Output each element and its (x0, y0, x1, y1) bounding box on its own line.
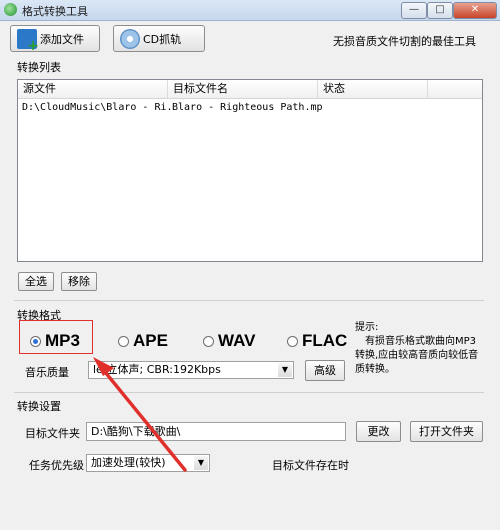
annotation-arrow (93, 357, 187, 472)
arrow-head (93, 357, 114, 376)
arrow-shaft (99, 365, 187, 472)
